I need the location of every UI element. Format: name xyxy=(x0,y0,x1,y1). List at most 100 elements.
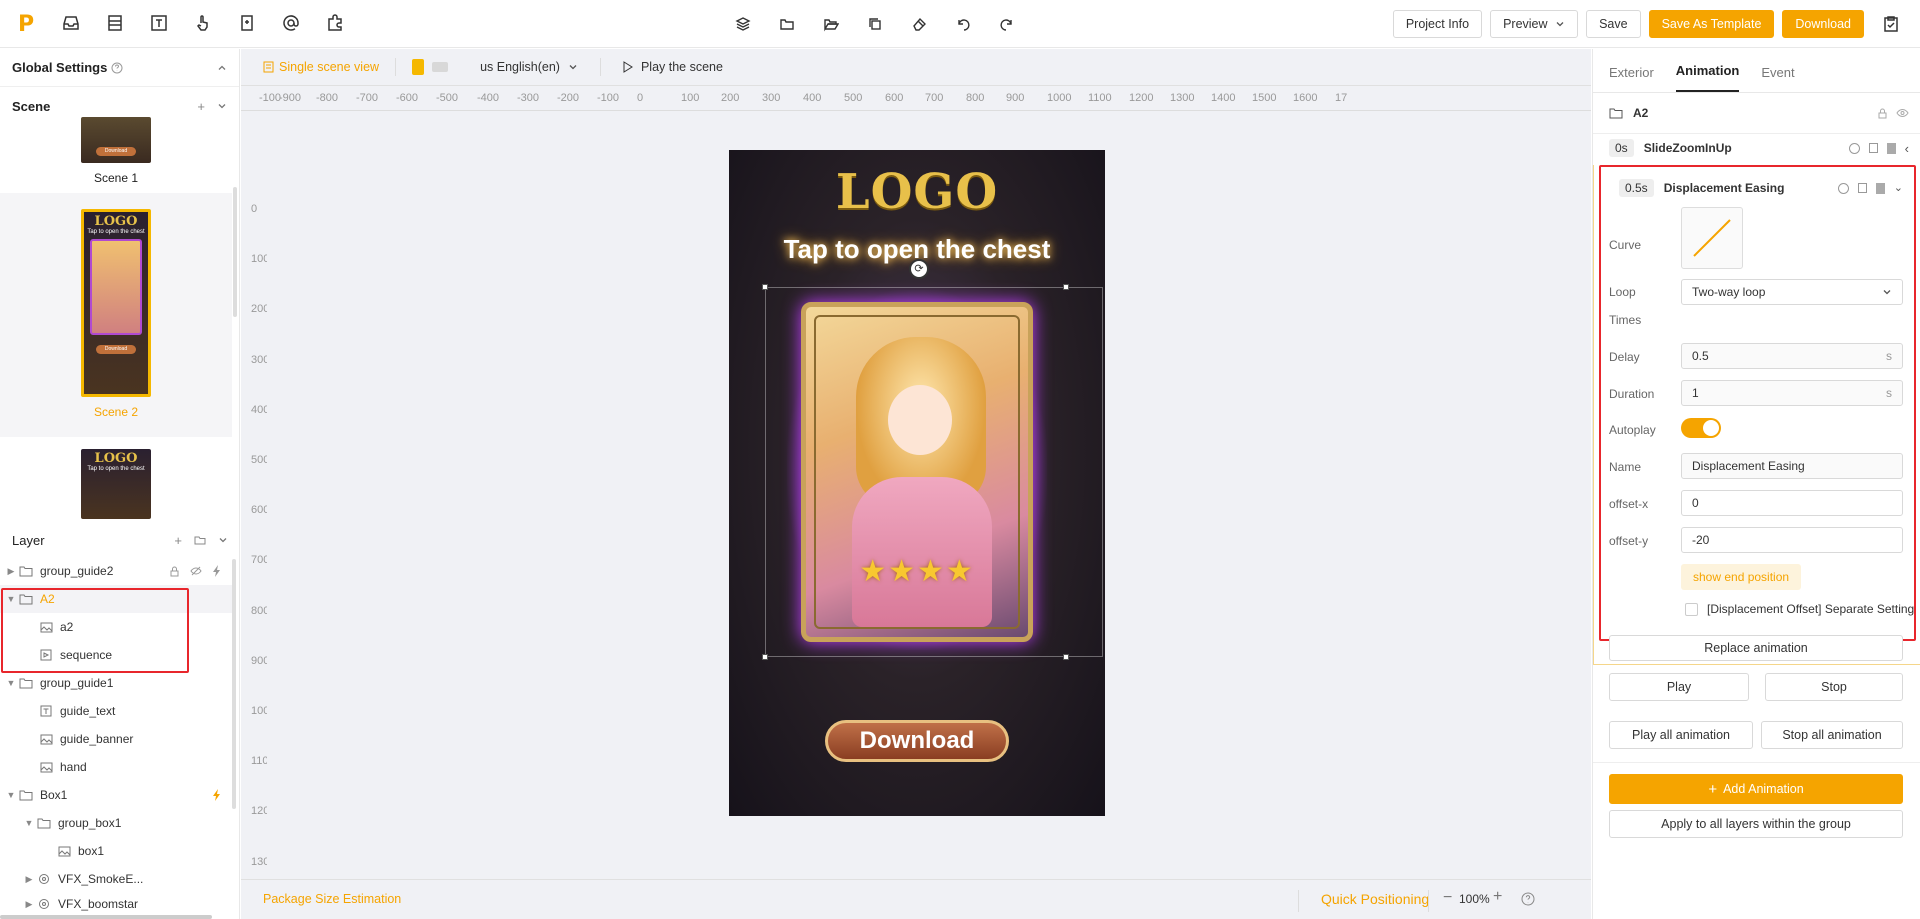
scene-item[interactable]: LOGO Tap to open the chest xyxy=(0,449,232,519)
add-scene-icon[interactable]: + xyxy=(197,99,205,114)
layer-row[interactable]: box1 xyxy=(0,837,236,865)
chevron-right-icon[interactable]: ▶ xyxy=(22,899,36,910)
delete-icon[interactable] xyxy=(1886,142,1896,154)
chevron-right-icon[interactable]: ▶ xyxy=(22,874,36,885)
chevron-down-icon[interactable]: ▼ xyxy=(4,790,18,800)
save-button[interactable]: Save xyxy=(1586,10,1641,38)
layer-row[interactable]: guide_text xyxy=(0,697,236,725)
plugin-icon[interactable] xyxy=(324,12,346,34)
layers-icon[interactable] xyxy=(732,13,754,35)
delete-icon[interactable] xyxy=(1875,182,1885,194)
layer-row[interactable]: ▶ group_guide2 xyxy=(0,557,236,585)
name-input[interactable]: Displacement Easing xyxy=(1681,453,1903,479)
preview-download-button[interactable]: Download xyxy=(825,720,1009,762)
at-icon[interactable] xyxy=(280,12,302,34)
resize-handle[interactable] xyxy=(1063,284,1069,290)
tab-event[interactable]: Event xyxy=(1761,65,1794,92)
color-swatch-orange[interactable] xyxy=(412,59,425,75)
project-info-button[interactable]: Project Info xyxy=(1392,10,1483,38)
inbox-icon[interactable] xyxy=(60,12,82,34)
layer-row[interactable]: ▼ group_box1 xyxy=(0,809,236,837)
chevron-down-icon[interactable]: ▼ xyxy=(4,594,18,604)
play-scene-button[interactable]: Play the scene xyxy=(623,60,723,74)
copy-icon[interactable] xyxy=(1857,182,1867,193)
scene-thumbnail[interactable]: LOGO Tap to open the chest Download xyxy=(81,209,151,397)
folder-icon[interactable] xyxy=(776,13,798,35)
scene-thumbnail[interactable]: LOGO Tap to open the chest xyxy=(81,449,151,519)
add-animation-button[interactable]: + Add Animation xyxy=(1609,774,1903,804)
collapse-icon[interactable] xyxy=(217,63,227,73)
scene-item-selected[interactable]: LOGO Tap to open the chest Download Scen… xyxy=(0,209,232,419)
resize-handle[interactable] xyxy=(762,284,768,290)
play-circle-icon[interactable] xyxy=(1848,142,1860,154)
layer-hscrollbar[interactable] xyxy=(0,915,212,919)
loop-select[interactable]: Two-way loop xyxy=(1681,279,1903,305)
autoplay-toggle[interactable] xyxy=(1681,418,1721,438)
layer-row[interactable]: guide_banner xyxy=(0,725,236,753)
show-end-position-button[interactable]: show end position xyxy=(1681,564,1802,590)
package-size-link[interactable]: Package Size Estimation xyxy=(263,892,401,906)
hand-pointer-icon[interactable] xyxy=(192,12,214,34)
scene-thumbnail[interactable]: Download xyxy=(81,117,151,163)
help-icon[interactable] xyxy=(111,62,123,74)
separate-setting-checkbox[interactable] xyxy=(1685,602,1698,616)
undo-icon[interactable] xyxy=(952,13,974,35)
scene-scrollbar[interactable] xyxy=(233,187,237,317)
play-circle-icon[interactable] xyxy=(1837,182,1849,194)
layer-row[interactable]: ▼ Box1 xyxy=(0,781,236,809)
chevron-down-icon[interactable] xyxy=(217,99,227,114)
replace-animation-button[interactable]: Replace animation xyxy=(1609,635,1903,661)
quick-positioning-button[interactable]: Quick Positioning xyxy=(1321,891,1429,907)
save-as-template-button[interactable]: Save As Template xyxy=(1648,10,1775,38)
layer-row[interactable]: sequence xyxy=(0,641,236,669)
clipboard-check-icon[interactable] xyxy=(1878,11,1904,37)
stop-button[interactable]: Stop xyxy=(1765,673,1903,701)
layout-icon[interactable] xyxy=(104,12,126,34)
eye-icon[interactable] xyxy=(1896,108,1909,119)
layer-row[interactable]: ▼ group_guide1 xyxy=(0,669,236,697)
layer-row[interactable]: ▶ VFX_boomstar xyxy=(0,893,236,915)
add-layer-icon[interactable]: + xyxy=(174,533,182,548)
separate-setting-row[interactable]: [Displacement Offset] Separate Setting xyxy=(1685,602,1914,616)
rotate-handle[interactable]: ⟳ xyxy=(909,259,929,279)
eraser-icon[interactable] xyxy=(908,13,930,35)
eye-off-icon[interactable] xyxy=(190,565,202,577)
help-icon[interactable] xyxy=(1521,892,1535,906)
play-all-animation-button[interactable]: Play all animation xyxy=(1609,721,1753,749)
zoom-out-button[interactable]: − xyxy=(1443,889,1452,907)
preview-button[interactable]: Preview xyxy=(1490,10,1579,38)
chevron-down-icon[interactable]: ⌄ xyxy=(1894,182,1903,194)
component-icon[interactable] xyxy=(236,12,258,34)
layer-row[interactable]: a2 xyxy=(0,613,236,641)
zoom-in-button[interactable]: + xyxy=(1493,888,1502,906)
resize-handle[interactable] xyxy=(762,654,768,660)
redo-icon[interactable] xyxy=(996,13,1018,35)
chevron-down-icon[interactable]: ▼ xyxy=(4,678,18,688)
chevron-down-icon[interactable] xyxy=(218,533,228,548)
language-select[interactable]: us English(en) xyxy=(480,60,578,74)
layer-row[interactable]: hand xyxy=(0,753,236,781)
animation-item[interactable]: 0s SlideZoomInUp ‹ xyxy=(1609,135,1909,161)
copy-icon[interactable] xyxy=(864,13,886,35)
tab-animation[interactable]: Animation xyxy=(1675,63,1740,92)
layer-scrollbar[interactable] xyxy=(232,559,236,809)
chevron-right-icon[interactable]: ▶ xyxy=(4,566,18,577)
animation-item-expanded[interactable]: 0.5s Displacement Easing ⌄ xyxy=(1619,175,1920,201)
stop-all-animation-button[interactable]: Stop all animation xyxy=(1761,721,1903,749)
play-button[interactable]: Play xyxy=(1609,673,1749,701)
color-swatch-gray[interactable] xyxy=(432,62,449,72)
curve-editor[interactable] xyxy=(1681,207,1743,269)
delay-input[interactable]: 0.5 s xyxy=(1681,343,1903,369)
duration-input[interactable]: 1s xyxy=(1681,380,1903,406)
chevron-left-icon[interactable]: ‹ xyxy=(1905,142,1909,155)
layer-row-selected[interactable]: ▼ A2 xyxy=(0,585,236,613)
download-button[interactable]: Download xyxy=(1782,10,1864,38)
text-tool-icon[interactable] xyxy=(148,12,170,34)
offset-y-input[interactable]: -20 xyxy=(1681,527,1903,553)
single-scene-view-toggle[interactable]: Single scene view xyxy=(263,60,379,74)
apply-all-layers-button[interactable]: Apply to all layers within the group xyxy=(1609,810,1903,838)
global-settings-header[interactable]: Global Settings xyxy=(0,49,239,87)
lock-icon[interactable] xyxy=(169,565,180,577)
layer-row[interactable]: ▶ VFX_SmokeE... xyxy=(0,865,236,893)
tab-exterior[interactable]: Exterior xyxy=(1609,65,1654,92)
